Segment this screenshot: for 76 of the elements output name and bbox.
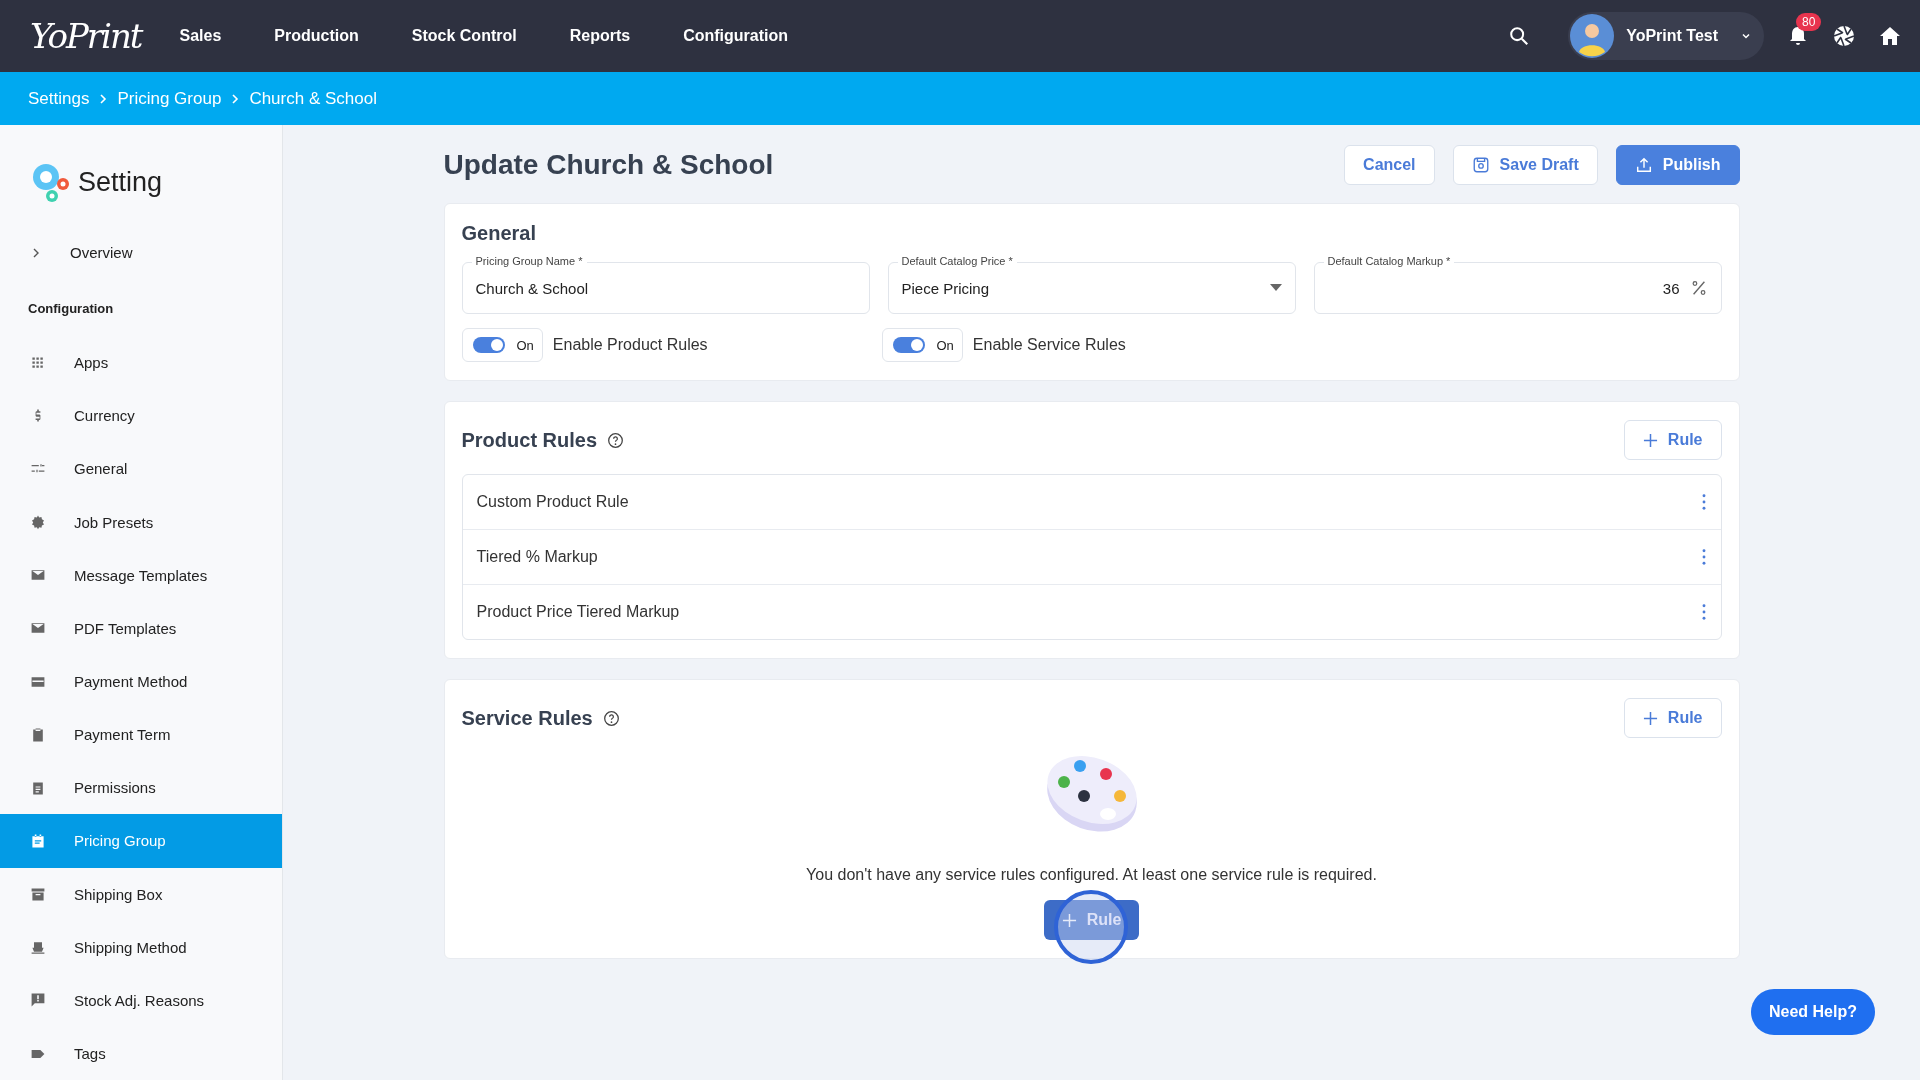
- field-value: Church & School: [475, 279, 590, 297]
- save-icon: [1471, 156, 1490, 174]
- select-field[interactable]: Default Catalog Price * Piece Pricing: [887, 253, 1296, 314]
- rule-row[interactable]: Custom Product Rule: [462, 475, 1721, 530]
- aperture-icon[interactable]: [1832, 24, 1856, 48]
- plus-icon: [1642, 432, 1658, 448]
- empty-state-message: You don't have any service rules configured. At least one service rule is required.: [806, 866, 1377, 884]
- page-title: Update Church & School: [443, 149, 774, 181]
- menu-item-icon: [30, 514, 46, 531]
- more-options-icon[interactable]: [1700, 548, 1707, 566]
- sidebar-item[interactable]: Payment Term: [0, 708, 282, 762]
- plus-icon: [1061, 912, 1077, 928]
- help-icon[interactable]: [607, 431, 625, 449]
- toggle-label: Enable Service Rules: [972, 336, 1126, 354]
- rule-name: Tiered % Markup: [476, 548, 598, 566]
- toggle-state: On: [936, 337, 954, 353]
- field-value: 36: [1661, 279, 1680, 297]
- sidebar-title: Setting: [78, 166, 163, 198]
- menu-item-icon: [30, 779, 46, 796]
- toggle-state: On: [516, 337, 534, 353]
- add-rule-button[interactable]: Rule: [1623, 420, 1722, 460]
- notification-badge: 80: [1796, 13, 1822, 31]
- cancel-button[interactable]: Cancel: [1344, 145, 1435, 185]
- menu-item-icon: [30, 354, 46, 371]
- input-field[interactable]: Pricing Group Name * Church & School: [461, 253, 870, 314]
- sidebar-item[interactable]: Payment Method: [0, 655, 282, 709]
- sidebar-item[interactable]: Shipping Box: [0, 867, 282, 921]
- menu-item-icon: [30, 726, 46, 743]
- user-name: YoPrint Test: [1626, 27, 1718, 45]
- upload-icon: [1634, 156, 1653, 174]
- rule-row[interactable]: Tiered % Markup: [462, 530, 1721, 585]
- rule-name: Product Price Tiered Markup: [476, 603, 680, 621]
- section-title: Product Rules: [461, 428, 598, 452]
- add-rule-button[interactable]: Rule: [1623, 698, 1722, 738]
- menu-item-icon: [30, 832, 46, 849]
- avatar-icon: [1570, 14, 1615, 58]
- sidebar-item[interactable]: General: [0, 442, 282, 496]
- sidebar-item[interactable]: Apps: [0, 336, 282, 390]
- search-icon[interactable]: [1508, 25, 1531, 47]
- section-title: General: [461, 222, 537, 245]
- nav-link[interactable]: Stock Control: [411, 27, 517, 45]
- section-title: Service Rules: [461, 706, 593, 730]
- nav-link[interactable]: Sales: [179, 27, 222, 45]
- need-help-button[interactable]: Need Help?: [1751, 989, 1875, 1035]
- more-options-icon[interactable]: [1700, 493, 1707, 511]
- home-icon[interactable]: [1878, 24, 1902, 48]
- input-field[interactable]: Default Catalog Markup * 36: [1313, 253, 1722, 314]
- toggle-switch[interactable]: On: [881, 328, 963, 362]
- sidebar-item[interactable]: Stock Adj. Reasons: [0, 973, 282, 1027]
- sidebar-item[interactable]: Permissions: [0, 761, 282, 815]
- publish-button[interactable]: Publish: [1615, 145, 1740, 185]
- field-value: Piece Pricing: [901, 279, 991, 297]
- dropdown-caret-icon: [1269, 284, 1282, 292]
- toggle-label: Enable Product Rules: [552, 336, 708, 354]
- sidebar-item[interactable]: Shipping Method: [0, 920, 282, 974]
- more-options-icon[interactable]: [1700, 603, 1707, 621]
- plus-icon: [1642, 710, 1658, 726]
- help-icon[interactable]: [602, 709, 620, 727]
- menu-item-icon: [30, 939, 46, 956]
- sidebar-item[interactable]: Message Templates: [0, 548, 282, 602]
- save-draft-button[interactable]: Save Draft: [1452, 145, 1598, 185]
- sidebar-item[interactable]: PDF Templates: [0, 601, 282, 655]
- user-menu[interactable]: YoPrint Test: [1568, 12, 1764, 60]
- section-heading: Configuration: [27, 300, 115, 319]
- rule-name: Custom Product Rule: [476, 493, 629, 511]
- rule-row[interactable]: Product Price Tiered Markup: [462, 585, 1721, 639]
- nav-link[interactable]: Production: [274, 27, 359, 45]
- nav-link[interactable]: Reports: [569, 27, 631, 45]
- nav-link[interactable]: Configuration: [683, 27, 788, 45]
- sidebar-item[interactable]: Currency: [0, 389, 282, 443]
- toggle-switch[interactable]: On: [461, 328, 543, 362]
- menu-item-icon: [30, 886, 46, 903]
- sidebar-item[interactable]: Tags: [0, 1026, 282, 1080]
- sidebar-item[interactable]: Overview: [0, 226, 282, 280]
- logo[interactable]: YoPrint: [30, 16, 142, 56]
- sidebar-item[interactable]: Job Presets: [0, 495, 282, 549]
